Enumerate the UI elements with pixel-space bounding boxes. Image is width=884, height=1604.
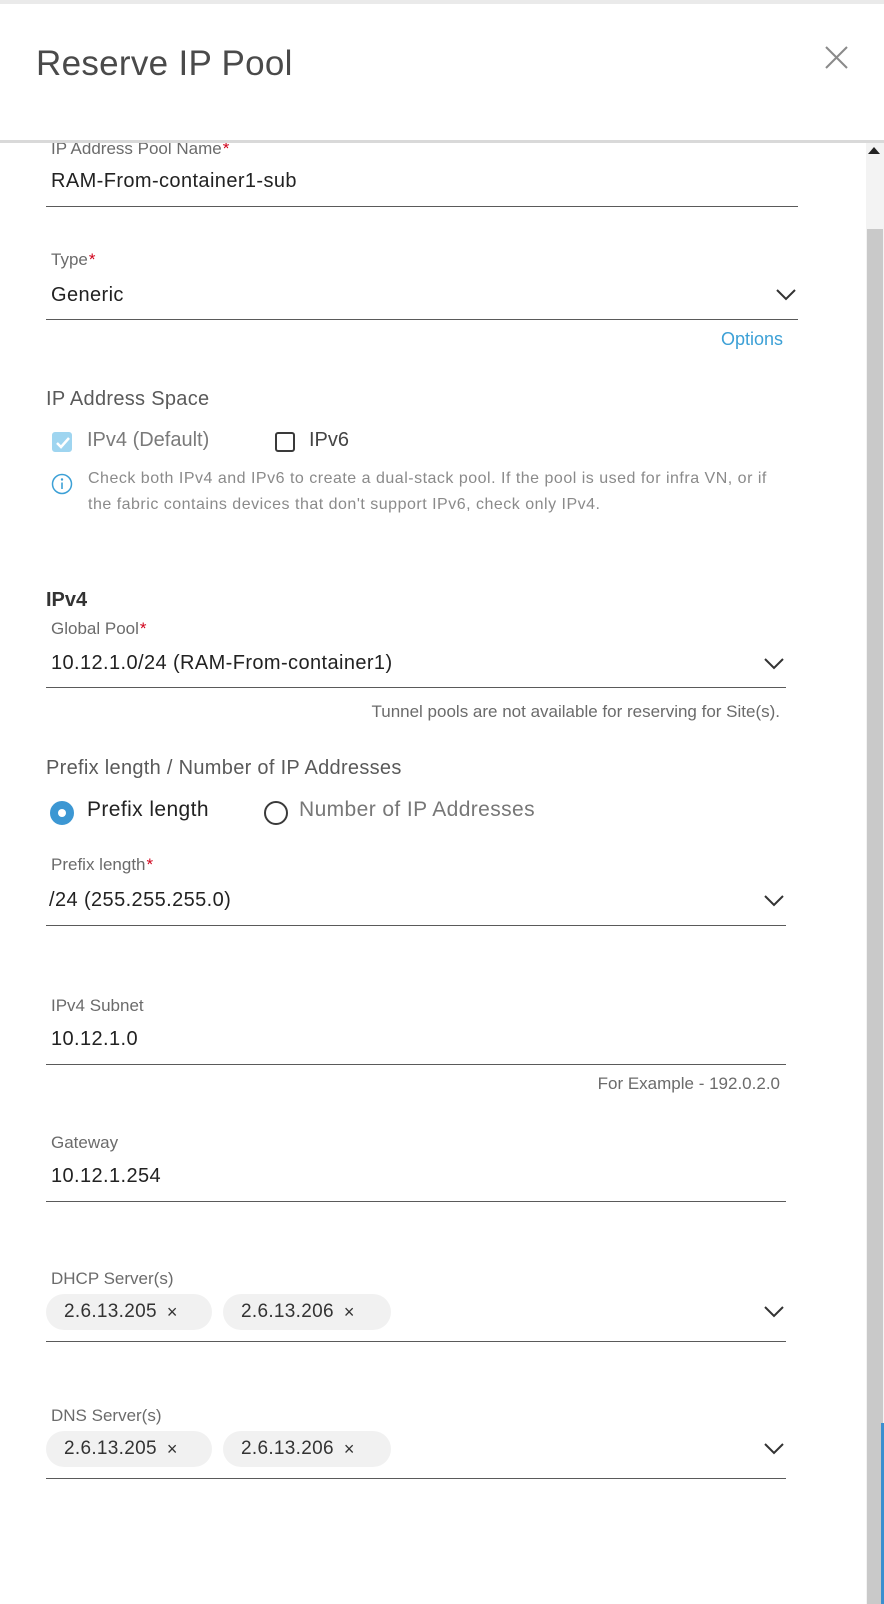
gateway-input[interactable]: 10.12.1.254 [51,1165,161,1188]
ipv4-checkbox[interactable] [52,432,72,452]
dual-stack-info-text: Check both IPv4 and IPv6 to create a dua… [88,470,767,513]
chevron-down-icon[interactable] [764,895,784,907]
dns-underline [46,1478,786,1479]
prefix-length-value: /24 (255.255.255.0) [49,889,232,911]
required-mark: * [139,619,147,638]
dhcp-underline [46,1341,786,1342]
type-underline [46,319,798,320]
chip-remove-icon[interactable]: × [344,1302,355,1323]
prefix-length-label: Prefix length* [51,855,153,875]
required-mark: * [146,855,154,874]
chevron-down-icon[interactable] [764,658,784,670]
chevron-down-icon[interactable] [764,1306,784,1318]
subnet-example-helper: For Example - 192.0.2.0 [597,1074,780,1093]
ip-address-space-title: IP Address Space [46,388,210,410]
form-content: IP Address Pool Name* RAM-From-container… [0,143,866,1604]
chip-label: 2.6.13.205 [64,1301,157,1322]
chip-remove-icon[interactable]: × [344,1439,355,1460]
close-icon [825,46,848,69]
type-label: Type* [51,250,95,270]
ipv4-subnet-label: IPv4 Subnet [51,996,144,1015]
chevron-down-icon[interactable] [776,289,796,301]
chip-remove-icon[interactable]: × [167,1302,178,1323]
gateway-label: Gateway [51,1133,119,1152]
dhcp-servers-label: DHCP Server(s) [51,1269,174,1288]
prefix-length-radio-label: Prefix length [87,798,209,821]
chip-label: 2.6.13.206 [241,1301,334,1322]
chip-label: 2.6.13.206 [241,1438,334,1459]
gateway-field[interactable]: Gateway 10.12.1.254 [46,1129,786,1205]
pool-name-underline [46,206,798,207]
type-value: Generic [51,284,124,306]
required-mark: * [222,143,230,158]
global-pool-select[interactable]: Global Pool* 10.12.1.0/24 (RAM-From-cont… [46,615,786,691]
gateway-underline [46,1201,786,1202]
type-label-text: Type [51,250,88,269]
chevron-down-icon[interactable] [764,1443,784,1455]
tunnel-pools-helper: Tunnel pools are not available for reser… [371,702,780,721]
ipv6-checkbox[interactable] [275,432,295,452]
dhcp-servers-select[interactable]: DHCP Server(s) 2.6.13.205 × 2.6.13.206 × [46,1265,786,1345]
prefix-mode-title: Prefix length / Number of IP Addresses [46,757,402,779]
options-link[interactable]: Options [721,329,783,350]
required-mark: * [88,250,96,269]
dialog-header: Reserve IP Pool [0,4,884,143]
global-pool-label-text: Global Pool [51,619,139,638]
ipv4-subnet-input[interactable]: 10.12.1.0 [51,1028,138,1051]
dhcp-chip[interactable]: 2.6.13.205 × [46,1294,212,1330]
global-pool-underline [46,687,786,688]
prefix-length-radio[interactable] [50,801,74,825]
pool-name-field[interactable]: IP Address Pool Name* RAM-From-container… [46,143,798,209]
dns-servers-label: DNS Server(s) [51,1406,162,1425]
prefix-length-select[interactable]: Prefix length* /24 (255.255.255.0) [46,851,786,929]
prefix-length-underline [46,925,786,926]
pool-name-label: IP Address Pool Name* [51,143,229,159]
ipv4-checkbox-label: IPv4 (Default) [87,429,210,451]
dns-chip[interactable]: 2.6.13.205 × [46,1431,212,1467]
prefix-length-label-text: Prefix length [51,855,146,874]
dns-servers-select[interactable]: DNS Server(s) 2.6.13.205 × 2.6.13.206 × [46,1402,786,1482]
ip-count-radio[interactable] [264,801,288,825]
chip-label: 2.6.13.205 [64,1438,157,1459]
page-title: Reserve IP Pool [36,44,293,83]
chip-remove-icon[interactable]: × [167,1439,178,1460]
close-button[interactable] [820,42,854,76]
global-pool-value: 10.12.1.0/24 (RAM-From-container1) [51,652,393,674]
scroll-up-icon[interactable] [868,147,880,154]
ipv4-subnet-field[interactable]: IPv4 Subnet 10.12.1.0 [46,992,786,1068]
check-icon [56,437,70,449]
info-icon [51,473,73,495]
scroll-thumb[interactable] [867,229,883,1604]
type-select[interactable]: Type* Generic [46,246,798,322]
ipv6-checkbox-label: IPv6 [309,429,350,451]
pool-name-label-text: IP Address Pool Name [51,143,222,158]
ipv4-heading: IPv4 [46,589,88,611]
global-pool-label: Global Pool* [51,619,147,639]
scrollbar[interactable] [866,143,884,1604]
pool-name-input[interactable]: RAM-From-container1-sub [51,170,297,193]
dns-chip[interactable]: 2.6.13.206 × [223,1431,391,1467]
dhcp-chip[interactable]: 2.6.13.206 × [223,1294,391,1330]
ip-count-radio-label: Number of IP Addresses [299,798,536,821]
ipv4-subnet-underline [46,1064,786,1065]
